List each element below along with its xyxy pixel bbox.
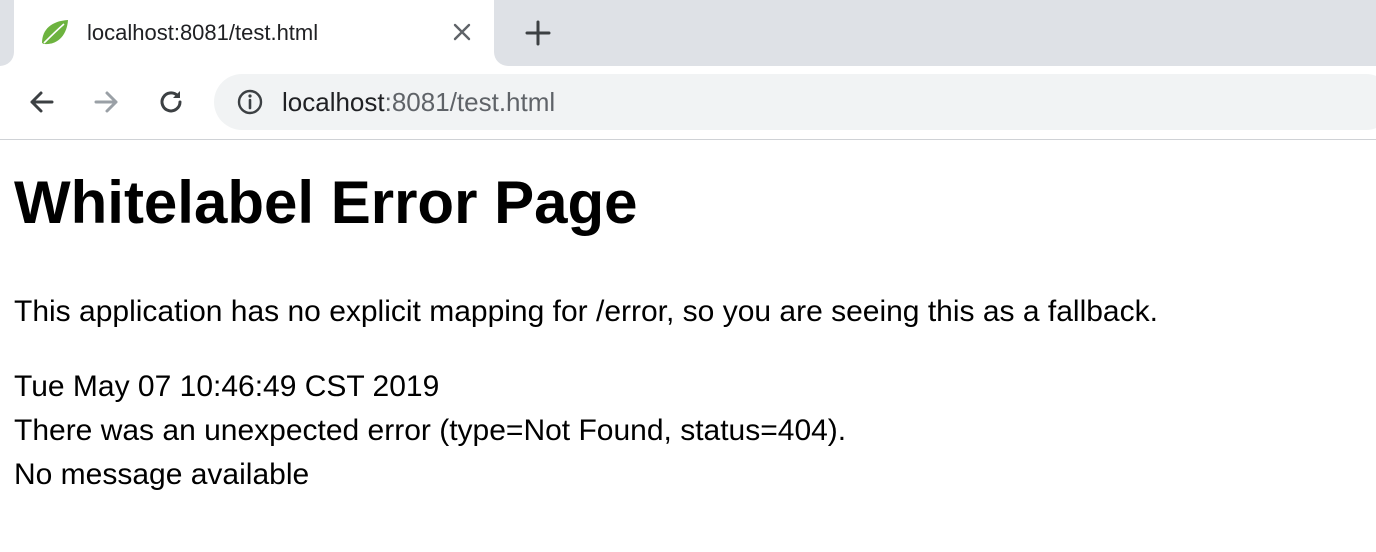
url-text: localhost:8081/test.html	[282, 85, 555, 119]
address-bar[interactable]: localhost:8081/test.html	[214, 74, 1376, 130]
error-message: No message available	[14, 458, 310, 491]
page-title: Whitelabel Error Page	[14, 169, 638, 236]
tab-strip: localhost:8081/test.html	[0, 0, 1376, 66]
error-status-line: There was an unexpected error (type=Not …	[14, 414, 847, 447]
new-tab-icon[interactable]	[522, 17, 554, 49]
tab-left-edge	[0, 44, 14, 66]
tab-right-curve	[494, 44, 508, 66]
spring-leaf-icon	[42, 20, 68, 45]
active-tab[interactable]: localhost:8081/test.html	[14, 0, 494, 66]
forward-arrow-icon[interactable]	[88, 84, 124, 120]
url-host: localhost	[282, 87, 385, 117]
back-arrow-icon[interactable]	[24, 84, 60, 120]
tab-right-edge	[480, 0, 494, 66]
url-path: :8081/test.html	[384, 87, 556, 117]
tab-title: localhost:8081/test.html	[87, 20, 319, 45]
info-icon[interactable]	[236, 88, 264, 116]
reload-icon[interactable]	[153, 84, 189, 120]
browser-toolbar: localhost:8081/test.html	[0, 66, 1376, 140]
close-icon[interactable]	[448, 18, 476, 46]
error-description: This application has no explicit mapping…	[14, 295, 1158, 328]
error-timestamp: Tue May 07 10:46:49 CST 2019	[14, 370, 440, 403]
